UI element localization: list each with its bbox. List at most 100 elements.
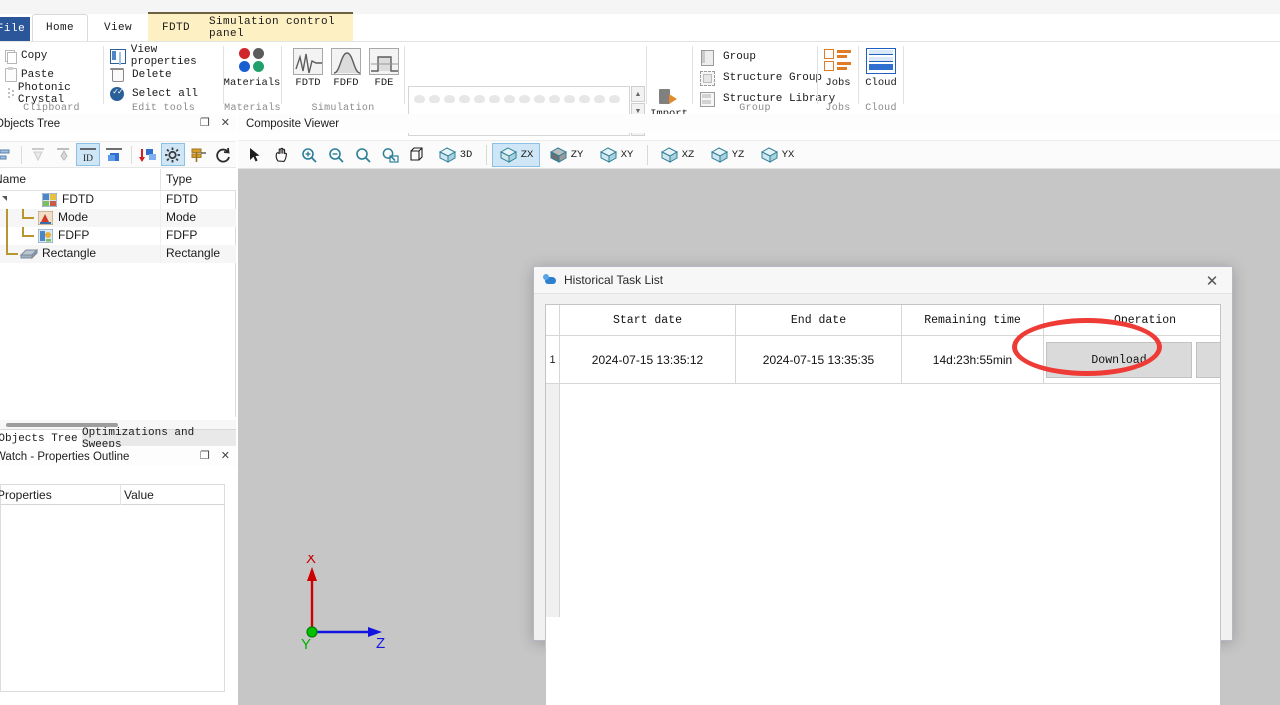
tab-view[interactable]: View: [95, 14, 141, 41]
structure-shape-icon[interactable]: [488, 92, 501, 105]
refresh-icon[interactable]: [211, 143, 235, 166]
tree-node-label: FDFP: [58, 228, 90, 242]
ribbon-group-materials-caption: Materials: [224, 103, 281, 114]
tree-node-label: Rectangle: [42, 246, 97, 260]
cell-end-date: 2024-07-15 13:35:35: [736, 336, 902, 384]
clipboard-photonic-crystal-button[interactable]: Photonic Crystal: [2, 82, 103, 106]
close-icon[interactable]: ✕: [221, 116, 230, 129]
cube-zy-label: ZY: [570, 148, 584, 161]
quick-access-toolbar[interactable]: [320, 2, 380, 11]
composite-viewer-toolbar: 3D ZX ZY XY XZ YZ YX: [238, 140, 1280, 169]
cube-yz-icon[interactable]: YZ: [703, 143, 751, 167]
cube-3d-label: 3D: [459, 148, 473, 161]
cube-3d-icon[interactable]: 3D: [431, 143, 479, 167]
materials-button[interactable]: Materials: [224, 45, 280, 97]
structure-shape-icon[interactable]: [593, 92, 606, 105]
tab-fdtd-group[interactable]: FDTD Simulation control panel: [148, 14, 353, 41]
fde-step-icon: [369, 45, 399, 77]
clipboard-copy-button[interactable]: Copy: [2, 46, 47, 65]
float-icon[interactable]: ❐: [200, 449, 210, 462]
tree-node-label: FDTD: [62, 192, 94, 206]
select-all-icon: [108, 85, 126, 102]
cube-yx-icon[interactable]: YX: [753, 143, 801, 167]
tab-optimizations-and-sweeps[interactable]: Optimizations and Sweeps: [82, 427, 234, 451]
cube-yz-label: YZ: [731, 148, 745, 161]
axis-indicator: X Y Z: [300, 550, 400, 653]
collapse-icon[interactable]: [26, 143, 50, 166]
structure-shape-icon[interactable]: [443, 92, 456, 105]
show-object-icon[interactable]: [101, 143, 125, 166]
task-table-header: Start date End date Remaining time Opera…: [546, 305, 1220, 336]
structure-shape-icon[interactable]: [503, 92, 516, 105]
dialog-title-bar[interactable]: Historical Task List ✕: [534, 267, 1232, 294]
structure-shape-icon[interactable]: [608, 92, 621, 105]
align-left-icon[interactable]: [0, 143, 16, 166]
close-icon[interactable]: ✕: [1192, 267, 1232, 294]
download-button[interactable]: Download: [1046, 342, 1192, 378]
cloud-button[interactable]: Cloud: [856, 45, 906, 97]
select-all-button[interactable]: Select all: [108, 84, 198, 103]
structure-shape-icon[interactable]: [533, 92, 546, 105]
delete-button[interactable]: De: [1196, 342, 1220, 378]
tab-home[interactable]: Home: [32, 14, 88, 41]
tab-objects-tree[interactable]: Objects Tree: [0, 430, 82, 447]
ribbon-group-simulation: FDTD FDFD FDE Simulation: [282, 42, 404, 115]
clipboard-copy-label: Copy: [21, 49, 48, 62]
cell-start-date: 2024-07-15 13:35:12: [560, 336, 736, 384]
group-button[interactable]: Group: [698, 46, 756, 67]
column-header-remaining-time: Remaining time: [902, 305, 1044, 336]
materials-dots-icon: [237, 45, 267, 77]
zoom-out-icon[interactable]: [323, 143, 348, 167]
zoom-in-icon[interactable]: [296, 143, 321, 167]
table-row[interactable]: FDFP FDFP: [0, 227, 236, 245]
structure-library-icon: [698, 91, 715, 107]
pin-icon[interactable]: [51, 143, 75, 166]
structure-group-icon: [698, 70, 715, 86]
structure-group-button[interactable]: Structure Group: [698, 67, 822, 88]
close-icon[interactable]: ✕: [221, 449, 230, 462]
zoom-region-icon[interactable]: [377, 143, 402, 167]
tab-file[interactable]: File: [0, 17, 30, 41]
move-down-icon[interactable]: [136, 143, 160, 166]
cube-xy-icon[interactable]: XY: [592, 143, 640, 167]
fde-solver-button[interactable]: FDE: [359, 45, 409, 97]
structure-shape-icon[interactable]: [578, 92, 591, 105]
structure-shape-icon[interactable]: [518, 92, 531, 105]
table-row[interactable]: Mode Mode: [0, 209, 236, 227]
cube-xy-label: XY: [620, 148, 634, 161]
structure-shape-icon[interactable]: [548, 92, 561, 105]
structure-shape-icon[interactable]: [473, 92, 486, 105]
filter-icon[interactable]: [186, 143, 210, 166]
settings-gear-icon[interactable]: [160, 143, 185, 166]
delete-button[interactable]: Delete: [108, 65, 172, 84]
structure-shape-icon[interactable]: [458, 92, 471, 105]
column-header-value: Value: [124, 488, 154, 502]
zoom-icon[interactable]: [350, 143, 375, 167]
table-row[interactable]: Rectangle Rectangle: [0, 209, 236, 263]
structure-shape-icon[interactable]: [413, 92, 426, 105]
view-properties-label: View properties: [130, 43, 197, 68]
table-row[interactable]: FDTD FDTD: [0, 191, 236, 209]
structure-shape-icon[interactable]: [563, 92, 576, 105]
column-header-properties: Properties: [0, 488, 52, 502]
cube-zx-icon[interactable]: ZX: [492, 142, 540, 167]
objects-tree-column-header: Name Type: [0, 169, 236, 191]
show-id-icon[interactable]: ID: [76, 143, 101, 166]
cube-xz-label: XZ: [681, 148, 695, 161]
float-icon[interactable]: ❐: [200, 116, 210, 129]
properties-outline-body: [0, 505, 225, 692]
view-properties-button[interactable]: View properties: [108, 43, 223, 68]
delete-label: Delete: [132, 68, 172, 81]
pan-hand-icon[interactable]: [269, 143, 294, 167]
chevron-expanded-icon[interactable]: [2, 196, 7, 201]
wireframe-cube-icon[interactable]: [404, 143, 429, 167]
fde-solver-label: FDE: [374, 77, 394, 89]
cube-zy-icon[interactable]: ZY: [542, 143, 590, 167]
fdtd-node-icon: [41, 192, 58, 208]
cell-remaining-time: 14d:23h:55min: [902, 336, 1044, 384]
cube-zx-label: ZX: [520, 148, 534, 161]
cursor-arrow-icon[interactable]: [242, 143, 267, 167]
scroll-up-icon[interactable]: ▲: [631, 86, 645, 102]
cube-xz-icon[interactable]: XZ: [653, 143, 701, 167]
structure-shape-icon[interactable]: [428, 92, 441, 105]
